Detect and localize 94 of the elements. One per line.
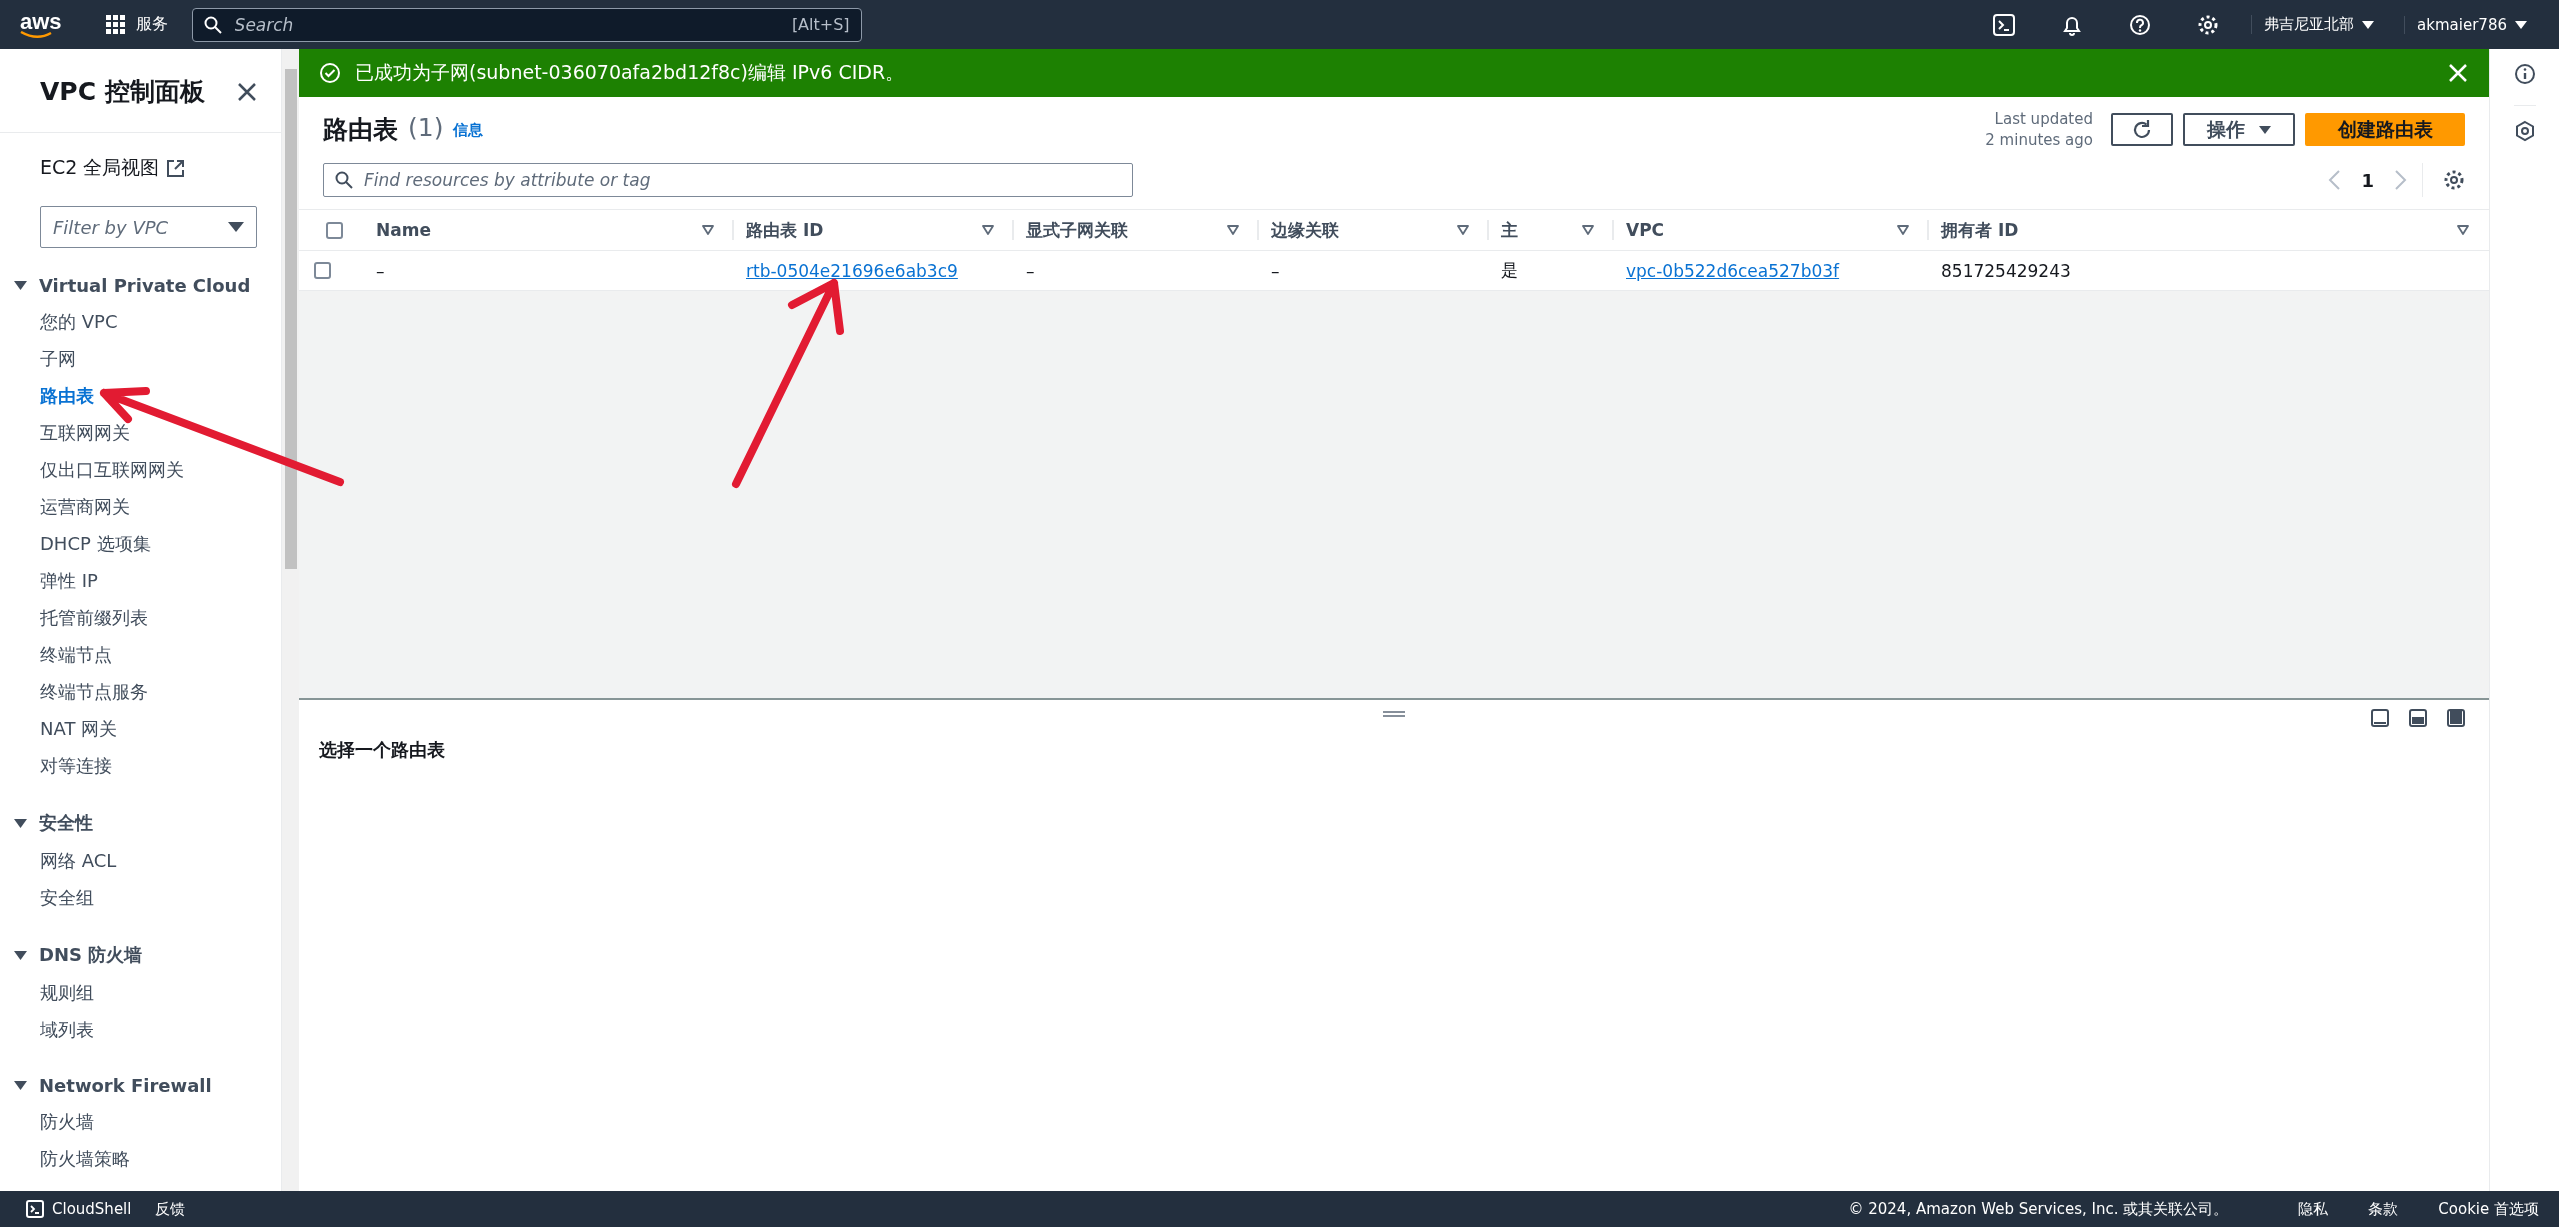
- table-cell: –: [1271, 260, 1280, 281]
- caret-icon: [2259, 124, 2271, 135]
- panel-title: 路由表: [323, 114, 398, 146]
- sort-icon: [2457, 225, 2469, 235]
- logo[interactable]: aws: [20, 10, 62, 39]
- row-count: (1): [408, 113, 444, 142]
- column-header[interactable]: VPC: [1626, 220, 1665, 240]
- sidebar-item[interactable]: 运营商网关: [0, 488, 281, 525]
- sidebar-section-header[interactable]: Virtual Private Cloud: [0, 274, 257, 297]
- sidebar-item[interactable]: 终端节点服务: [0, 673, 281, 710]
- sidebar-item[interactable]: 防火墙: [0, 1103, 281, 1140]
- split-panel-title: 选择一个路由表: [318, 738, 446, 762]
- caret-icon: [228, 221, 244, 233]
- vpc-filter-dropdown[interactable]: Filter by VPC: [40, 206, 257, 248]
- sort-icon: [702, 225, 714, 235]
- settings-icon[interactable]: [2443, 169, 2465, 191]
- scrollbar[interactable]: [282, 49, 299, 1191]
- sort-icon: [1897, 225, 1909, 235]
- search-field[interactable]: Find resources by attribute or tag: [323, 163, 1133, 197]
- sidebar-item[interactable]: 域列表: [0, 1011, 281, 1048]
- copyright-text: © 2024, Amazon Web Services, Inc. 或其关联公司。: [1848, 1199, 2229, 1219]
- table-link[interactable]: rtb-0504e21696e6ab3c9: [746, 260, 958, 281]
- caret-icon: [2515, 19, 2527, 30]
- panel-position-icon[interactable]: [2371, 709, 2389, 727]
- checkbox[interactable]: [326, 221, 343, 239]
- sort-icon: [1227, 225, 1239, 235]
- column-header[interactable]: 路由表 ID: [746, 218, 824, 242]
- panel-position-icon[interactable]: [2447, 709, 2465, 727]
- sidebar-item[interactable]: NAT 网关: [0, 710, 281, 747]
- search-icon: [335, 171, 353, 189]
- sidebar-item[interactable]: 互联网网关: [0, 414, 281, 451]
- sidebar-item[interactable]: 网络 ACL: [0, 842, 281, 879]
- global-view-link[interactable]: EC2 全局视图: [40, 155, 281, 181]
- column-header[interactable]: Name: [376, 220, 431, 240]
- footer-link[interactable]: Cookie 首选项: [2438, 1199, 2539, 1219]
- checkbox[interactable]: [314, 262, 331, 279]
- external-link-icon: [167, 159, 185, 177]
- sidebar-title: VPC 控制面板: [40, 76, 205, 108]
- column-header[interactable]: 显式子网关联: [1026, 218, 1128, 242]
- table-cell: 是: [1501, 259, 1518, 282]
- table-cell: –: [376, 260, 385, 281]
- sidebar-section-header[interactable]: DNS 防火墙: [0, 942, 149, 968]
- info-link[interactable]: 信息: [453, 121, 484, 140]
- actions-button[interactable]: 操作: [2183, 113, 2295, 146]
- drag-handle-icon[interactable]: [1383, 710, 1405, 718]
- panel-position-icon[interactable]: [2409, 709, 2427, 727]
- sidebar-item[interactable]: 对等连接: [0, 747, 281, 784]
- region-menu[interactable]: 弗吉尼亚北部: [2251, 15, 2387, 34]
- caret-icon: [14, 280, 27, 291]
- last-updated-time: 2 minutes ago: [1985, 130, 2093, 151]
- check-circle-icon: [319, 62, 341, 84]
- sidebar-item[interactable]: 仅出口互联网网关: [0, 451, 281, 488]
- sidebar-item[interactable]: DHCP 选项集: [0, 525, 281, 562]
- grid-icon: [105, 14, 126, 35]
- caret-icon: [14, 949, 27, 961]
- close-icon[interactable]: [237, 81, 257, 102]
- services-menu[interactable]: 服务: [99, 13, 174, 36]
- table-cell: –: [1026, 260, 1035, 281]
- cloudshell-button[interactable]: CloudShell: [20, 1199, 138, 1219]
- sidebar-item[interactable]: 托管前缀列表: [0, 599, 281, 636]
- table-link[interactable]: vpc-0b522d6cea527b03f: [1626, 260, 1840, 281]
- terminal-icon: [26, 1200, 44, 1218]
- success-message: 已成功为子网(subnet-036070afa2bd12f8c)编辑 IPv6 CIDR。: [355, 60, 906, 85]
- feedback-link[interactable]: 反馈: [155, 1199, 186, 1219]
- sidebar-item[interactable]: 弹性 IP: [0, 562, 281, 599]
- sort-icon: [1582, 225, 1594, 235]
- footer-link[interactable]: 条款: [2368, 1199, 2399, 1219]
- sidebar-section-header[interactable]: 安全性: [0, 810, 99, 836]
- sidebar-item[interactable]: 您的 VPC: [0, 303, 281, 340]
- caret-icon: [2362, 19, 2375, 30]
- shortcut-hint: [Alt+S]: [791, 14, 850, 34]
- sort-icon: [982, 225, 994, 235]
- sidebar-item[interactable]: 子网: [0, 340, 281, 377]
- caret-icon: [14, 1080, 27, 1091]
- sidebar-section-header[interactable]: Network Firewall: [0, 1074, 218, 1097]
- sidebar-item[interactable]: 终端节点: [0, 636, 281, 673]
- sidebar-item[interactable]: 路由表: [0, 377, 281, 414]
- column-header[interactable]: 主: [1501, 218, 1518, 242]
- page-number[interactable]: 1: [2361, 169, 2374, 191]
- create-route-table-button[interactable]: 创建路由表: [2305, 113, 2465, 146]
- footer-link[interactable]: 隐私: [2298, 1199, 2329, 1219]
- sidebar-item[interactable]: 防火墙策略: [0, 1140, 281, 1177]
- search-icon: [203, 15, 222, 34]
- sort-icon: [1457, 225, 1469, 235]
- sidebar-item[interactable]: 安全组: [0, 879, 281, 916]
- refresh-icon: [2131, 118, 2153, 141]
- column-header[interactable]: 拥有者 ID: [1941, 218, 2019, 242]
- sidebar-item[interactable]: 规则组: [0, 974, 281, 1011]
- caret-icon: [14, 817, 27, 829]
- column-header[interactable]: 边缘关联: [1271, 218, 1339, 242]
- account-menu[interactable]: akmaier786: [2404, 15, 2539, 34]
- last-updated-label: Last updated: [1994, 109, 2093, 130]
- table-cell: 851725429243: [1941, 260, 2071, 281]
- refresh-button[interactable]: [2111, 113, 2173, 146]
